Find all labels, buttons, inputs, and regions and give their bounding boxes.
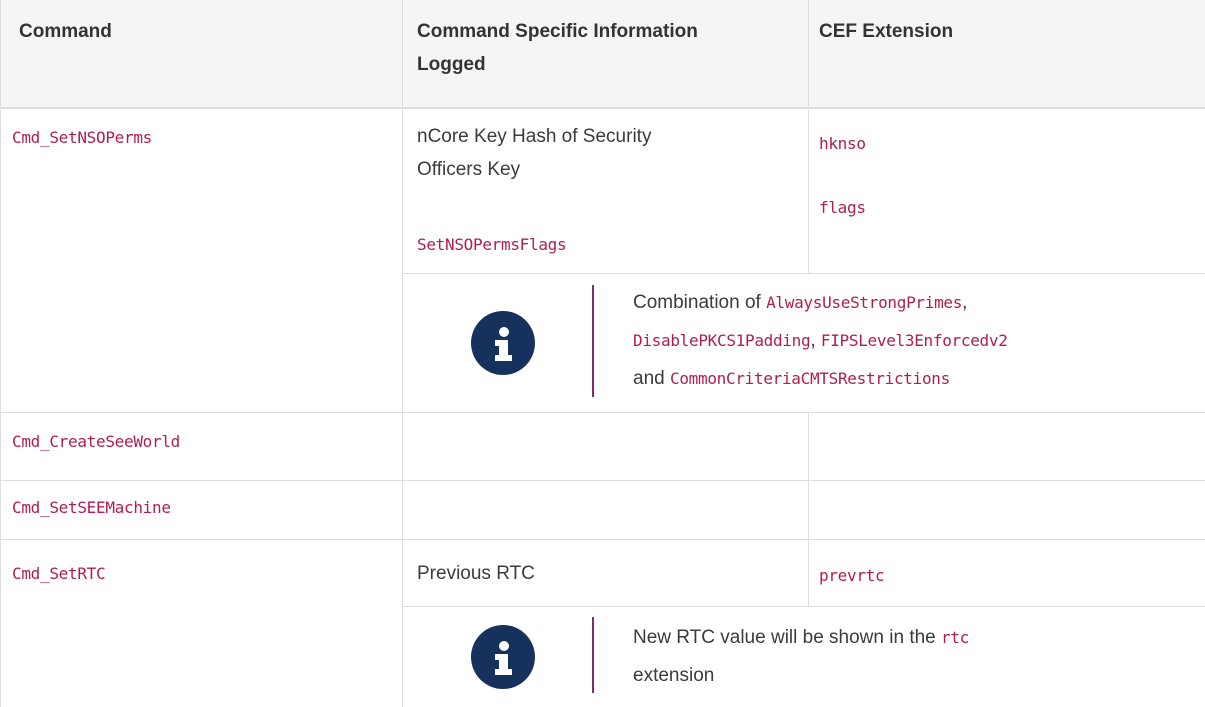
info-icon — [471, 311, 535, 375]
note-rtc-line2: extension — [633, 665, 715, 686]
row-divider-note1 — [403, 273, 1205, 274]
command-cell-setnsoperms: Cmd_SetNSOPerms — [12, 128, 152, 147]
note-text: Combination of — [633, 292, 767, 313]
note-divider-bar — [592, 285, 594, 397]
column-divider-2a — [808, 0, 809, 274]
note-code-commoncriteriacmtsrestrictions: CommonCriteriaCMTSRestrictions — [669, 369, 950, 388]
note-divider-bar — [592, 617, 594, 693]
note-combination-line3: and CommonCriteriaCMTSRestrictions — [633, 362, 950, 395]
header-info-line2: Logged — [417, 54, 486, 75]
column-divider-2b — [808, 413, 809, 607]
table-left-border — [0, 0, 1, 707]
header-info-line1: Command Specific Information — [417, 21, 698, 42]
info-icon — [471, 625, 535, 689]
info-code-setnsopermsflags: SetNSOPermsFlags — [417, 235, 567, 254]
command-cell-setrtc: Cmd_SetRTC — [12, 564, 106, 583]
row-divider-3 — [0, 480, 1205, 481]
note-rtc-line1: New RTC value will be shown in the rtc — [633, 621, 969, 654]
note-separator: , — [962, 292, 968, 313]
row-divider-4 — [0, 539, 1205, 540]
note-code-rtc: rtc — [941, 628, 970, 647]
header-cef: CEF Extension — [819, 21, 954, 42]
header-command: Command — [19, 21, 112, 42]
note-text: and — [633, 368, 670, 389]
note-combination-line2: DisablePKCS1Padding, FIPSLevel3Enforcedv… — [633, 324, 1008, 357]
info-text-previous-rtc: Previous RTC — [417, 563, 535, 584]
info-text-line1: nCore Key Hash of Security — [417, 126, 652, 147]
command-cell-setseemachine: Cmd_SetSEEMachine — [12, 498, 171, 517]
note-separator: , — [810, 330, 821, 351]
note-code-fipslevel3enforcedv2: FIPSLevel3Enforcedv2 — [820, 331, 1008, 350]
note-combination-line1: Combination of AlwaysUseStrongPrimes, — [633, 286, 967, 319]
info-text-line2: Officers Key — [417, 159, 521, 180]
note-text: New RTC value will be shown in the — [633, 627, 942, 648]
cef-prevrtc: prevrtc — [819, 566, 885, 585]
column-divider-1 — [402, 0, 403, 707]
row-divider-2 — [0, 412, 1205, 413]
command-cell-createseeworld: Cmd_CreateSeeWorld — [12, 432, 180, 451]
cef-hknso: hknso — [819, 134, 866, 153]
row-divider-note2 — [403, 606, 1205, 607]
note-code-alwaysusestrongprimes: AlwaysUseStrongPrimes — [766, 293, 963, 312]
note-code-disablepkcs1padding: DisablePKCS1Padding — [633, 331, 811, 350]
cef-flags: flags — [819, 198, 866, 217]
